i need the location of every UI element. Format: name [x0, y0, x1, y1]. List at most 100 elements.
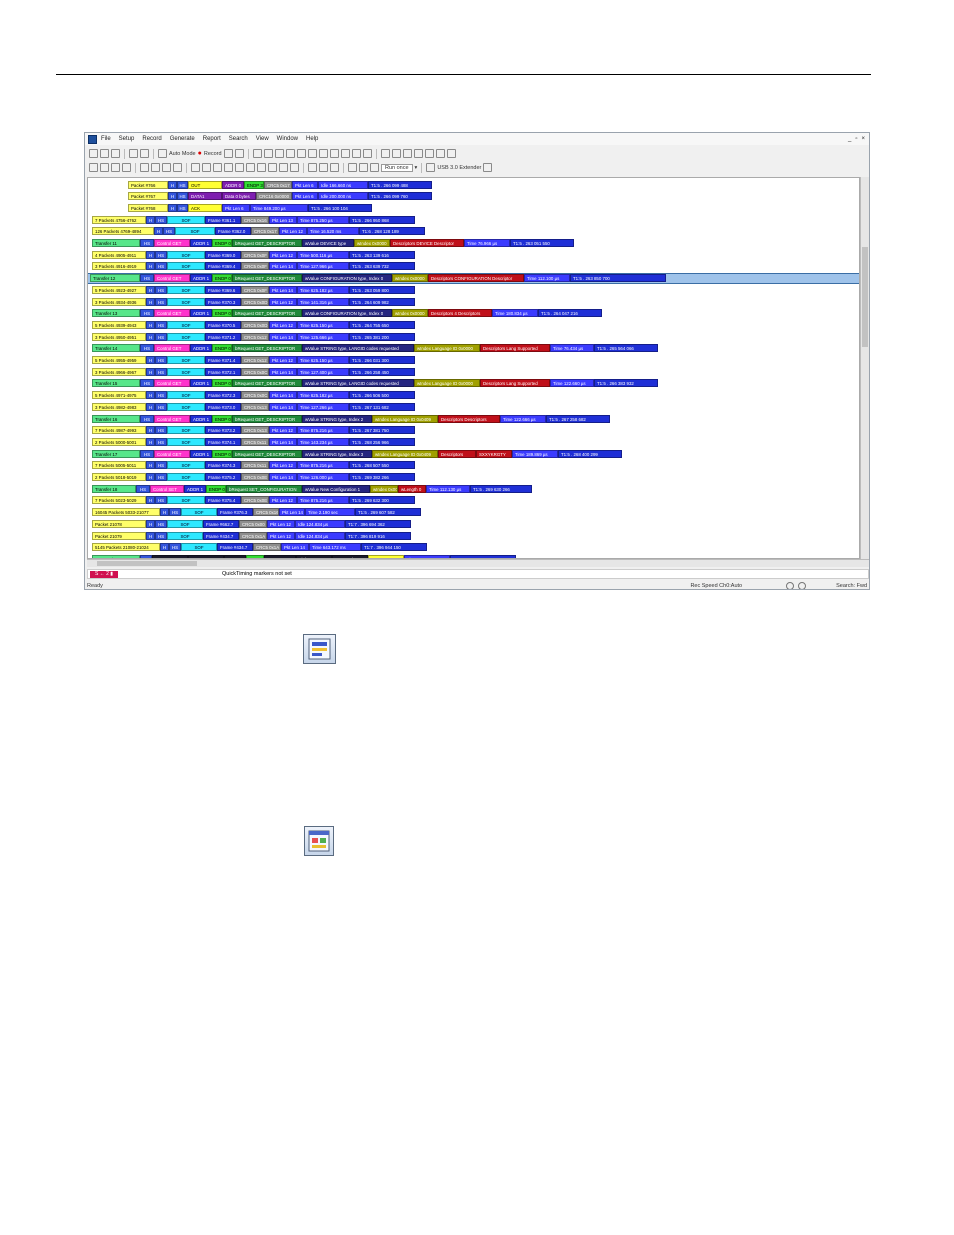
- trace-field[interactable]: wIndex Language ID 0x0409: [372, 414, 438, 423]
- trace-field[interactable]: T1:5 . 266 258 450: [349, 367, 415, 376]
- trace-field[interactable]: HS: [155, 332, 167, 341]
- trace-field[interactable]: Transfer 14: [92, 344, 140, 353]
- trace-field[interactable]: ADDR 0: [222, 180, 244, 189]
- bus-utilization-icon[interactable]: [318, 149, 328, 158]
- markers-chip[interactable]: S ← 2 ▮: [90, 570, 118, 578]
- trace-field[interactable]: Time 849.200 µs: [250, 203, 308, 212]
- trace-row[interactable]: 5 Packets 4923-4927 H HS SOF Frame #369.6 CRC…: [88, 285, 415, 294]
- trace-field[interactable]: 5 Packets 4971-4975: [92, 391, 146, 400]
- trace-field[interactable]: H: [146, 215, 155, 224]
- hide-split-icon[interactable]: [290, 163, 299, 172]
- trace-field[interactable]: HS: [155, 367, 167, 376]
- zoom-fit-icon[interactable]: [122, 163, 131, 172]
- trace-field[interactable]: SOF: [167, 437, 205, 446]
- trace-field[interactable]: HS: [169, 508, 181, 517]
- trace-field[interactable]: CRC16 0x0000: [256, 192, 292, 201]
- trace-field[interactable]: ENDP 0: [212, 309, 232, 318]
- trace-field[interactable]: HS: [140, 274, 154, 283]
- trace-field[interactable]: Pkt Len 12: [267, 519, 295, 528]
- trace-field[interactable]: T1:5 . 264 609 982: [349, 297, 415, 306]
- trace-row[interactable]: Transfer 16 HS Control GET ADDR 1 ENDP 0 bReq…: [88, 414, 610, 423]
- horizontal-scrollbar[interactable]: [87, 559, 869, 567]
- trace-field[interactable]: Transfer 13: [92, 309, 140, 318]
- trace-field[interactable]: Pkt Len 12: [267, 531, 295, 540]
- menu-view[interactable]: View: [256, 136, 269, 142]
- trace-field[interactable]: Frame #369.0: [205, 250, 241, 259]
- font-a-icon[interactable]: [359, 163, 368, 172]
- minimize-button[interactable]: _: [848, 136, 851, 142]
- trace-field[interactable]: ACK: [188, 203, 222, 212]
- go-to-time-icon[interactable]: [173, 163, 182, 172]
- trace-row[interactable]: Transfer 14 HS Control GET ADDR 1 ENDP 0 bReq…: [88, 344, 658, 353]
- hide-nak-icon[interactable]: [202, 163, 211, 172]
- trace-row[interactable]: 4 Packets 4905-4911 H HS SOF Frame #369.0 CRC…: [88, 250, 415, 259]
- vertical-scrollbar[interactable]: [860, 177, 869, 559]
- trace-field[interactable]: Transfer 17: [92, 449, 140, 458]
- trace-field[interactable]: CRC5 0x0D: [241, 320, 269, 329]
- go-to-marker-icon[interactable]: [140, 163, 149, 172]
- hide-ping-icon[interactable]: [257, 163, 266, 172]
- trace-field[interactable]: Pkt Len 14: [269, 402, 297, 411]
- trace-field[interactable]: Time 76.434 µs: [550, 344, 594, 353]
- trace-field[interactable]: Idle 124.834 µs: [295, 519, 345, 528]
- trace-field[interactable]: T1:5 . 267 381 750: [349, 426, 415, 435]
- trace-field[interactable]: CRC5 0x1A: [239, 531, 267, 540]
- trace-field[interactable]: 5 Packets 4923-4927: [92, 285, 146, 294]
- view-packet-icon[interactable]: [413, 149, 423, 158]
- chevron-down-icon[interactable]: ▾: [415, 165, 418, 171]
- trace-field[interactable]: wValue DEVICE type: [302, 239, 354, 247]
- trace-field[interactable]: ENDP 0: [212, 449, 232, 458]
- menu-record[interactable]: Record: [142, 136, 161, 142]
- trace-field[interactable]: H: [168, 203, 177, 212]
- trace-field[interactable]: 3 Packets 4934-4936: [92, 297, 146, 306]
- trace-field[interactable]: wValue CONFIGURATION type, Index 0: [302, 274, 392, 283]
- trace-field[interactable]: CRC5 0x17: [251, 227, 279, 236]
- trace-field[interactable]: wValue CONFIGURATION type, Index 0: [302, 309, 392, 318]
- trace-field[interactable]: T1:5 . 267 131 682: [349, 402, 415, 411]
- trace-field[interactable]: 3 Packets 4966-4967: [92, 367, 146, 376]
- trace-field[interactable]: Frame #662.7: [203, 519, 239, 528]
- scroll-thumb[interactable]: [862, 247, 868, 347]
- trace-field[interactable]: CRC5 0x17: [264, 180, 292, 189]
- trace-field[interactable]: CRC5 0x1A: [253, 543, 281, 552]
- trace-row[interactable]: Transfer 18 HS Control SET ADDR 1 ENDP 0 bReq…: [88, 484, 532, 493]
- trace-field[interactable]: Transfer 11: [92, 239, 140, 247]
- trace-field[interactable]: Pkt Len 14: [269, 285, 297, 294]
- trace-field[interactable]: H: [146, 356, 155, 364]
- trace-field[interactable]: CRC5 0x16: [253, 508, 279, 517]
- trace-field[interactable]: Time 625.150 µs: [297, 320, 349, 329]
- trace-field[interactable]: ENDP 0: [212, 414, 232, 423]
- trace-field[interactable]: T1:5 . 266 031 300: [349, 356, 415, 364]
- trace-row[interactable]: Transfer 17 HS Control GET ADDR 1 ENDP 0 bReq…: [88, 449, 622, 458]
- trace-field[interactable]: HS: [177, 180, 188, 189]
- search-icon[interactable]: [285, 149, 295, 158]
- restore-button[interactable]: ▫: [855, 136, 857, 142]
- trace-field[interactable]: bRequest GET_DESCRIPTOR: [232, 344, 302, 353]
- trace-field[interactable]: ENDP 3: [244, 180, 264, 189]
- trace-field[interactable]: Frame #374.1: [205, 437, 241, 446]
- trace-field[interactable]: Control GET: [154, 274, 190, 283]
- trace-field[interactable]: 7 Packets 4987-4993: [92, 426, 146, 435]
- trace-field[interactable]: Time 143.234 µs: [297, 437, 349, 446]
- trace-row[interactable]: 16045 Packets 5033-21077 H HS SOF Frame #376…: [88, 508, 421, 517]
- trace-field[interactable]: 7 Packets 4756-4762: [92, 215, 146, 224]
- trace-field[interactable]: HS: [155, 215, 167, 224]
- trace-field[interactable]: T1:5 . 263 059 800: [349, 285, 415, 294]
- trace-row[interactable]: 3 Packets 4982-4983 H HS SOF Frame #373.0 CRC…: [88, 402, 415, 411]
- trace-field[interactable]: Pkt Len 12: [269, 426, 297, 435]
- trace-row[interactable]: 7 Packets 4987-4993 H HS SOF Frame #373.2 CRC…: [88, 426, 415, 435]
- trace-field[interactable]: Pkt Len 12: [269, 320, 297, 329]
- cut-icon[interactable]: [129, 149, 138, 158]
- trace-field[interactable]: HS: [140, 239, 154, 247]
- trace-row[interactable]: Packet 21078 H HS SOF Frame #662.7 CRC5 0x00 P…: [88, 519, 411, 528]
- menu-window[interactable]: Window: [277, 136, 298, 142]
- trace-field[interactable]: wIndex Language ID 0x0409: [372, 449, 438, 458]
- close-button[interactable]: ×: [861, 136, 865, 142]
- trace-field[interactable]: T1:7 . 396 819 916: [345, 531, 411, 540]
- trace-field[interactable]: Pkt Len 12: [279, 227, 307, 236]
- trace-field[interactable]: CRC5 0x0D: [241, 297, 269, 306]
- trace-field[interactable]: HS: [140, 414, 154, 423]
- trace-field[interactable]: wIndex 0x0000: [392, 309, 428, 318]
- trace-field[interactable]: Time 875.216 µs: [297, 426, 349, 435]
- trace-field[interactable]: SOF: [167, 391, 205, 400]
